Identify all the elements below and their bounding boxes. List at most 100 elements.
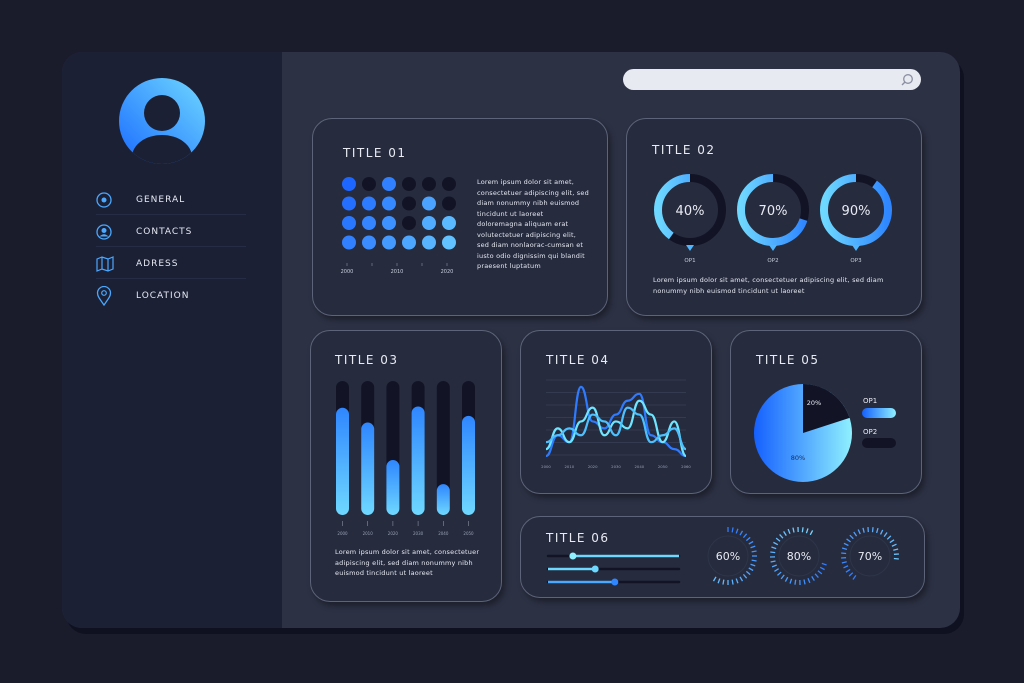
gauge-tick	[843, 565, 849, 569]
gauge-tick	[735, 578, 739, 584]
axis-label: 2000	[341, 269, 354, 275]
gauge-tick	[771, 546, 777, 550]
gauge-tick	[712, 576, 717, 582]
sidebar-item-adress[interactable]: ADRESS	[96, 249, 246, 279]
axis-label: 2040	[438, 531, 449, 536]
gauge-tick	[823, 559, 828, 560]
gauge-tick	[783, 531, 787, 536]
card-text: Lorem ipsum dolor sit amet, consectetuer…	[477, 178, 589, 270]
card-title-02: TITLE 02 40% OP1 70% OP2 90% OP3 Lorem ipsum …	[626, 118, 922, 316]
sidebar-item-label: CONTACTS	[136, 226, 193, 237]
gauge-tick	[751, 559, 757, 562]
gauge-tick	[867, 580, 868, 585]
card-title-05: TITLE 05 20% 80% OP1 OP2	[730, 330, 922, 494]
bar-chart: 2000 2010 2020 2030 2040 2050	[336, 381, 475, 536]
card-text: Lorem ipsum dolor sit amet, consectetuer…	[335, 548, 480, 577]
gauge-tick	[883, 532, 888, 537]
gauge-tick	[893, 548, 899, 551]
gauge-tick	[822, 550, 827, 551]
gauge-tick	[703, 542, 707, 545]
donut-label: OP2	[767, 258, 778, 264]
gauge-tick	[876, 579, 877, 584]
card-title: TITLE 04	[546, 353, 610, 367]
dot	[342, 235, 356, 250]
gauge-tick	[709, 574, 712, 578]
slider-thumb[interactable]	[611, 578, 619, 586]
card-title-04: TITLE 04 2000 2010 2020 2030 2040 2050 2060	[520, 330, 712, 494]
gauge-tick	[731, 527, 734, 533]
legend-swatch	[862, 438, 896, 448]
gauge-tick	[843, 542, 849, 547]
donut-value: 40%	[676, 204, 705, 219]
card-title: TITLE 01	[343, 146, 407, 160]
gauge-tick	[857, 578, 859, 582]
gauge-tick	[853, 531, 858, 537]
dot	[362, 177, 376, 191]
gauge-tick	[841, 561, 847, 564]
pin-icon	[96, 286, 112, 306]
dot	[402, 216, 416, 230]
axis-label: 2050	[463, 531, 474, 536]
gauge-tick	[803, 579, 806, 585]
gauge-tick	[745, 536, 751, 542]
gauge-tick	[775, 537, 781, 542]
gauge-tick	[739, 576, 744, 582]
sidebar-item-general[interactable]: GENERAL	[96, 185, 246, 215]
axis-label: 2040	[634, 464, 644, 469]
gauge-value: 60%	[716, 550, 740, 563]
card-title-03: TITLE 03 2000 2010 2020 2030 2040 2050 Lorem …	[310, 330, 502, 602]
sidebar-item-contacts[interactable]: CONTACTS	[96, 217, 246, 247]
gauge-tick	[841, 547, 848, 551]
sidebar-item-label: GENERAL	[136, 194, 186, 205]
gauge-tick	[701, 546, 706, 548]
donut-pointer	[769, 245, 777, 251]
gauge-tick	[709, 534, 712, 538]
gauge-value: 70%	[858, 550, 882, 563]
gauge-tick	[819, 541, 823, 544]
avatar[interactable]	[118, 77, 206, 165]
slider-thumb[interactable]	[569, 552, 577, 560]
dot	[382, 177, 396, 191]
axis-label: 2020	[388, 531, 399, 536]
gauge-tick	[735, 528, 739, 534]
legend-label: OP2	[863, 428, 877, 436]
card-title: TITLE 02	[652, 143, 716, 157]
gauge-tick	[845, 568, 851, 573]
gauge-tick	[787, 528, 791, 534]
donut-value: 90%	[842, 204, 871, 219]
dot	[342, 177, 356, 191]
gauge-tick	[717, 578, 721, 584]
slider-thumb[interactable]	[591, 565, 599, 573]
axis-label: 2000	[337, 531, 348, 536]
search-icon[interactable]	[901, 73, 914, 86]
dot	[442, 216, 456, 230]
donut-pointer	[852, 245, 860, 251]
gauge-tick	[887, 573, 890, 577]
sidebar-item-location[interactable]: LOCATION	[96, 281, 246, 311]
gauge-tick	[770, 560, 776, 563]
gauge-tick	[852, 575, 857, 580]
gauge-value: 80%	[787, 550, 811, 563]
gauge-tick	[819, 566, 825, 571]
dot	[422, 235, 436, 250]
axis-label: 2050	[658, 464, 668, 469]
gauge-tick	[718, 529, 720, 534]
gauge-tick	[892, 567, 896, 569]
dot	[422, 177, 436, 191]
gauge-tick	[848, 572, 854, 577]
gauge-tick	[893, 563, 898, 564]
gauge-tick	[770, 551, 776, 554]
pie-label: 20%	[807, 399, 821, 407]
gauge-tick	[817, 570, 823, 575]
gauge-tick	[723, 527, 724, 532]
gauge-tick	[801, 527, 804, 533]
gauge-tick	[699, 560, 704, 561]
gauge-tick	[742, 573, 748, 579]
gauge-tick	[706, 537, 710, 540]
gauge-tick	[875, 527, 879, 534]
search-input[interactable]	[623, 69, 921, 90]
axis-label: 2030	[413, 531, 424, 536]
gauge-tick	[862, 579, 863, 584]
card-text: Lorem ipsum dolor sit amet, consectetuer…	[653, 276, 884, 295]
legend-swatch	[862, 408, 896, 418]
